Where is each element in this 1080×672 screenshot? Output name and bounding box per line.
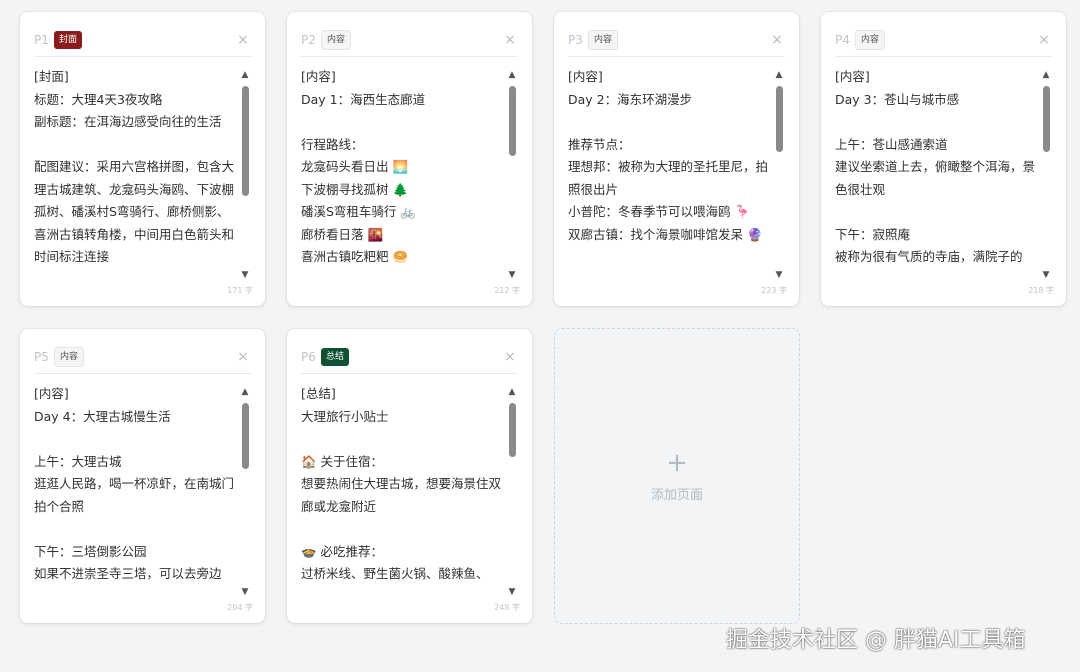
- page-text[interactable]: [内容] Day 4：大理古城慢生活 上午：大理古城 逛逛人民路，喝一杯凉虾，在…: [34, 383, 239, 586]
- scroll-thumb[interactable]: [242, 86, 249, 196]
- page-text-area[interactable]: [封面] 标题：大理4天3夜攻略 副标题：在洱海边感受向往的生活 配图建议：采用…: [34, 66, 239, 279]
- scroll-thumb[interactable]: [509, 403, 516, 457]
- scrollbar[interactable]: ▲ ▼: [506, 70, 518, 280]
- page-text-area[interactable]: [内容] Day 3：苍山与城市感 上午：苍山感通索道 建议坐索道上去，俯瞰整个…: [835, 66, 1040, 279]
- close-icon[interactable]: ×: [502, 349, 518, 365]
- scroll-thumb[interactable]: [776, 86, 783, 152]
- page-card-p3[interactable]: P3 内容 × [内容] Day 2：海东环湖漫步 推荐节点： 理想邦：被称为大…: [554, 12, 799, 306]
- add-page-label: 添加页面: [650, 487, 703, 503]
- close-icon[interactable]: ×: [769, 32, 785, 48]
- page-card-p5[interactable]: P5 内容 × [内容] Day 4：大理古城慢生活 上午：大理古城 逛逛人民路…: [20, 329, 265, 623]
- page-text[interactable]: [总结] 大理旅行小贴士 🏠 关于住宿： 想要热闹住大理古城，想要海景住双廊或龙…: [301, 383, 506, 586]
- page-number: P6: [301, 350, 316, 364]
- card-header: P3 内容 ×: [568, 24, 785, 57]
- scroll-thumb[interactable]: [1043, 86, 1050, 152]
- char-count: 204 字: [227, 603, 253, 612]
- page-type-badge: 总结: [321, 348, 350, 366]
- page-type-badge: 内容: [855, 30, 886, 50]
- page-card-p4[interactable]: P4 内容 × [内容] Day 3：苍山与城市感 上午：苍山感通索道 建议坐索…: [821, 12, 1066, 306]
- scroll-thumb[interactable]: [242, 403, 249, 469]
- close-icon[interactable]: ×: [235, 32, 251, 48]
- page-text[interactable]: [封面] 标题：大理4天3夜攻略 副标题：在洱海边感受向往的生活 配图建议：采用…: [34, 66, 239, 269]
- scrollbar[interactable]: ▲ ▼: [773, 70, 785, 280]
- scrollbar[interactable]: ▲ ▼: [506, 387, 518, 597]
- card-header: P4 内容 ×: [835, 24, 1052, 57]
- scroll-down-icon[interactable]: ▼: [1040, 270, 1052, 280]
- scroll-down-icon[interactable]: ▼: [506, 270, 518, 280]
- char-count: 171 字: [227, 286, 253, 295]
- page-type-badge: 封面: [54, 31, 83, 49]
- close-icon[interactable]: ×: [235, 349, 251, 365]
- page-number: P1: [34, 33, 49, 47]
- scroll-down-icon[interactable]: ▼: [506, 587, 518, 597]
- page-text-area[interactable]: [内容] Day 2：海东环湖漫步 推荐节点： 理想邦：被称为大理的圣托里尼，拍…: [568, 66, 773, 279]
- plus-icon: +: [666, 447, 688, 478]
- card-header: P2 内容 ×: [301, 24, 518, 57]
- add-page-button[interactable]: + 添加页面: [554, 328, 800, 624]
- card-header: P1 封面 ×: [34, 24, 251, 57]
- scroll-up-icon[interactable]: ▲: [506, 387, 518, 397]
- scroll-up-icon[interactable]: ▲: [773, 70, 785, 80]
- scroll-up-icon[interactable]: ▲: [1040, 70, 1052, 80]
- page-card-p1[interactable]: P1 封面 × [封面] 标题：大理4天3夜攻略 副标题：在洱海边感受向往的生活…: [20, 12, 265, 306]
- watermark: 掘金技术社区 @ 胖猫AI工具箱: [726, 628, 1026, 653]
- page-number: P4: [835, 33, 850, 47]
- page-type-badge: 内容: [54, 347, 85, 367]
- card-header: P6 总结 ×: [301, 341, 518, 374]
- page-text[interactable]: [内容] Day 2：海东环湖漫步 推荐节点： 理想邦：被称为大理的圣托里尼，拍…: [568, 66, 773, 246]
- char-count: 218 字: [1028, 286, 1054, 295]
- page-type-badge: 内容: [588, 30, 619, 50]
- scroll-up-icon[interactable]: ▲: [239, 387, 251, 397]
- scroll-up-icon[interactable]: ▲: [239, 70, 251, 80]
- close-icon[interactable]: ×: [502, 32, 518, 48]
- close-icon[interactable]: ×: [1036, 32, 1052, 48]
- card-header: P5 内容 ×: [34, 341, 251, 374]
- page-type-badge: 内容: [321, 30, 352, 50]
- page-card-p6[interactable]: P6 总结 × [总结] 大理旅行小贴士 🏠 关于住宿： 想要热闹住大理古城，想…: [287, 329, 532, 623]
- page-text[interactable]: [内容] Day 3：苍山与城市感 上午：苍山感通索道 建议坐索道上去，俯瞰整个…: [835, 66, 1040, 269]
- scroll-down-icon[interactable]: ▼: [773, 270, 785, 280]
- page-card-p2[interactable]: P2 内容 × [内容] Day 1：海西生态廊道 行程路线： 龙龛码头看日出 …: [287, 12, 532, 306]
- scrollbar[interactable]: ▲ ▼: [239, 387, 251, 597]
- page-text[interactable]: [内容] Day 1：海西生态廊道 行程路线： 龙龛码头看日出 🌅 下波棚寻找孤…: [301, 66, 506, 269]
- char-count: 212 字: [494, 286, 520, 295]
- scroll-down-icon[interactable]: ▼: [239, 270, 251, 280]
- page-number: P2: [301, 33, 316, 47]
- page-text-area[interactable]: [总结] 大理旅行小贴士 🏠 关于住宿： 想要热闹住大理古城，想要海景住双廊或龙…: [301, 383, 506, 596]
- scroll-thumb[interactable]: [509, 86, 516, 156]
- char-count: 248 字: [494, 603, 520, 612]
- scroll-up-icon[interactable]: ▲: [506, 70, 518, 80]
- char-count: 223 字: [761, 286, 787, 295]
- page-number: P3: [568, 33, 583, 47]
- scroll-down-icon[interactable]: ▼: [239, 587, 251, 597]
- page-text-area[interactable]: [内容] Day 1：海西生态廊道 行程路线： 龙龛码头看日出 🌅 下波棚寻找孤…: [301, 66, 506, 279]
- page-number: P5: [34, 350, 49, 364]
- scrollbar[interactable]: ▲ ▼: [1040, 70, 1052, 280]
- scrollbar[interactable]: ▲ ▼: [239, 70, 251, 280]
- page-text-area[interactable]: [内容] Day 4：大理古城慢生活 上午：大理古城 逛逛人民路，喝一杯凉虾，在…: [34, 383, 239, 596]
